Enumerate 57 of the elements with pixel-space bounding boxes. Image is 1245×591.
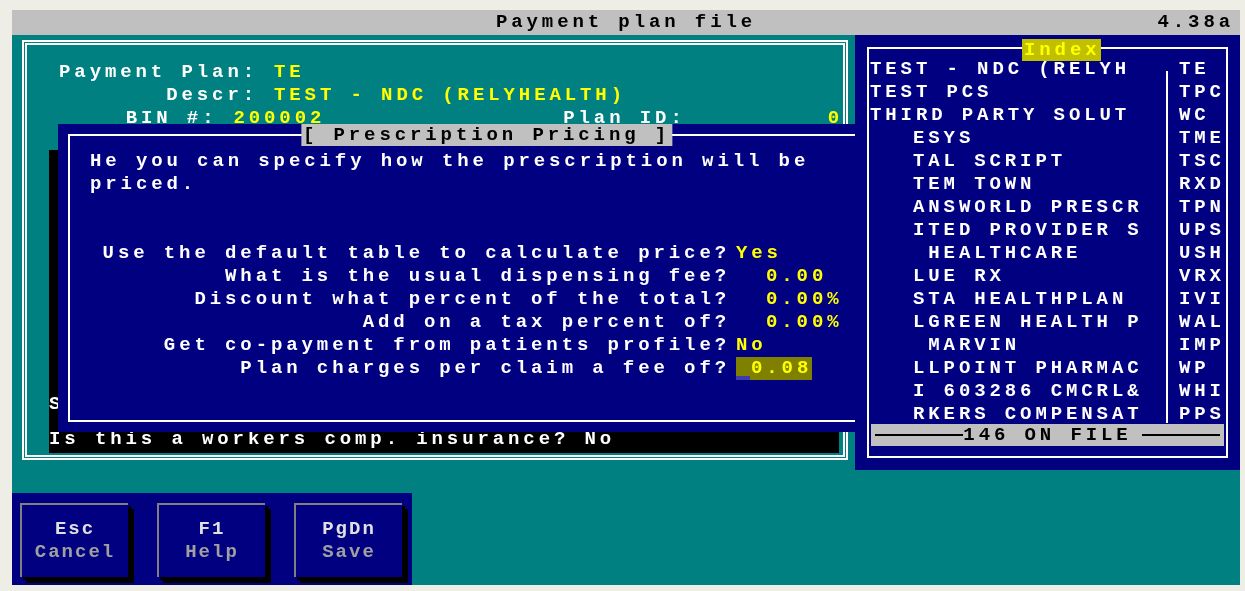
list-item-name[interactable]: ESYS — [869, 127, 1179, 150]
input-field[interactable]: 0.08 — [736, 357, 812, 380]
list-item-name[interactable]: TEST - NDC (RELYH — [869, 58, 1179, 81]
list-item-name[interactable]: LGREEN HEALTH P — [869, 311, 1179, 334]
list-item-name[interactable]: RKERS COMPENSAT — [869, 403, 1179, 426]
question-label: Add on a tax percent of? — [361, 311, 730, 334]
field-label: BIN #: — [124, 107, 218, 130]
list-item-code[interactable]: TE — [1179, 58, 1210, 81]
list-item-code[interactable]: UPS — [1179, 219, 1225, 242]
list-item-code[interactable]: TPC — [1179, 81, 1225, 104]
question-label: Discount what percent of the total? — [193, 288, 730, 311]
window-title: Payment plan file — [495, 11, 757, 34]
list-item-code[interactable]: TME — [1179, 127, 1225, 150]
list-item-code[interactable]: IMP — [1179, 334, 1225, 357]
question-label: What is the usual dispensing fee? — [224, 265, 730, 288]
list-item-code[interactable]: WP — [1179, 357, 1210, 380]
list-item-name[interactable]: LUE RX — [869, 265, 1179, 288]
list-item-code[interactable]: TSC — [1179, 150, 1225, 173]
field-value: No — [736, 334, 767, 357]
field-label: Payment Plan: — [58, 61, 258, 84]
list-item-name[interactable]: MARVIN — [869, 334, 1179, 357]
list-item-name[interactable]: ANSWORLD PRESCR — [869, 196, 1179, 219]
list-item-code[interactable]: TPN — [1179, 196, 1225, 219]
question-label: Plan charges per claim a fee of? — [239, 357, 730, 380]
list-item-code[interactable]: WAL — [1179, 311, 1225, 334]
list-item-name[interactable]: HEALTHCARE — [869, 242, 1179, 265]
list-item-code[interactable]: RXD — [1179, 173, 1225, 196]
dialog-title: [ Prescription Pricing ] — [300, 124, 673, 146]
footer-count: 146 ON FILE — [963, 423, 1132, 447]
field-value: TEST - NDC (RELYHEALTH) — [274, 84, 626, 107]
list-item-code[interactable]: PPS — [1179, 403, 1225, 426]
question-text: Is this a workers comp. insurance? No — [49, 428, 616, 451]
list-item-name[interactable]: TAL SCRIPT — [869, 150, 1179, 173]
index-title: Index — [1022, 39, 1101, 61]
list-item-name[interactable]: TEM TOWN — [869, 173, 1179, 196]
list-item-name[interactable]: THIRD PARTY SOLUT — [869, 104, 1179, 127]
list-item-code[interactable]: WC — [1179, 104, 1210, 127]
field-value: 0 — [827, 107, 843, 130]
question-label: Get co-payment from patients profile? — [162, 334, 730, 357]
list-item-name[interactable]: STA HEALTHPLAN — [869, 288, 1179, 311]
version-label: 4.38a — [1157, 11, 1234, 34]
field-value: 0.00 — [766, 265, 828, 288]
list-item-name[interactable]: LLPOINT PHARMAC — [869, 357, 1179, 380]
list-item-code[interactable]: WHI — [1179, 380, 1225, 403]
field-value: Yes — [736, 242, 782, 265]
field-label: Descr: — [165, 84, 258, 107]
list-item-code[interactable]: VRX — [1179, 265, 1225, 288]
field-value: 0.00% — [766, 311, 843, 334]
question-label: Use the default table to calculate price? — [101, 242, 730, 265]
field-value: TE — [274, 61, 305, 84]
intro-text: He you can specify how the prescription will be priced. — [89, 149, 810, 196]
list-item-name[interactable]: TEST PCS — [869, 81, 1179, 104]
field-value: 0.00% — [766, 288, 843, 311]
list-item-code[interactable]: IVI — [1179, 288, 1225, 311]
list-item-code[interactable]: USH — [1179, 242, 1225, 265]
list-item-name[interactable]: ITED PROVIDER S — [869, 219, 1179, 242]
list-item-name[interactable]: I 603286 CMCRL& — [869, 380, 1179, 403]
